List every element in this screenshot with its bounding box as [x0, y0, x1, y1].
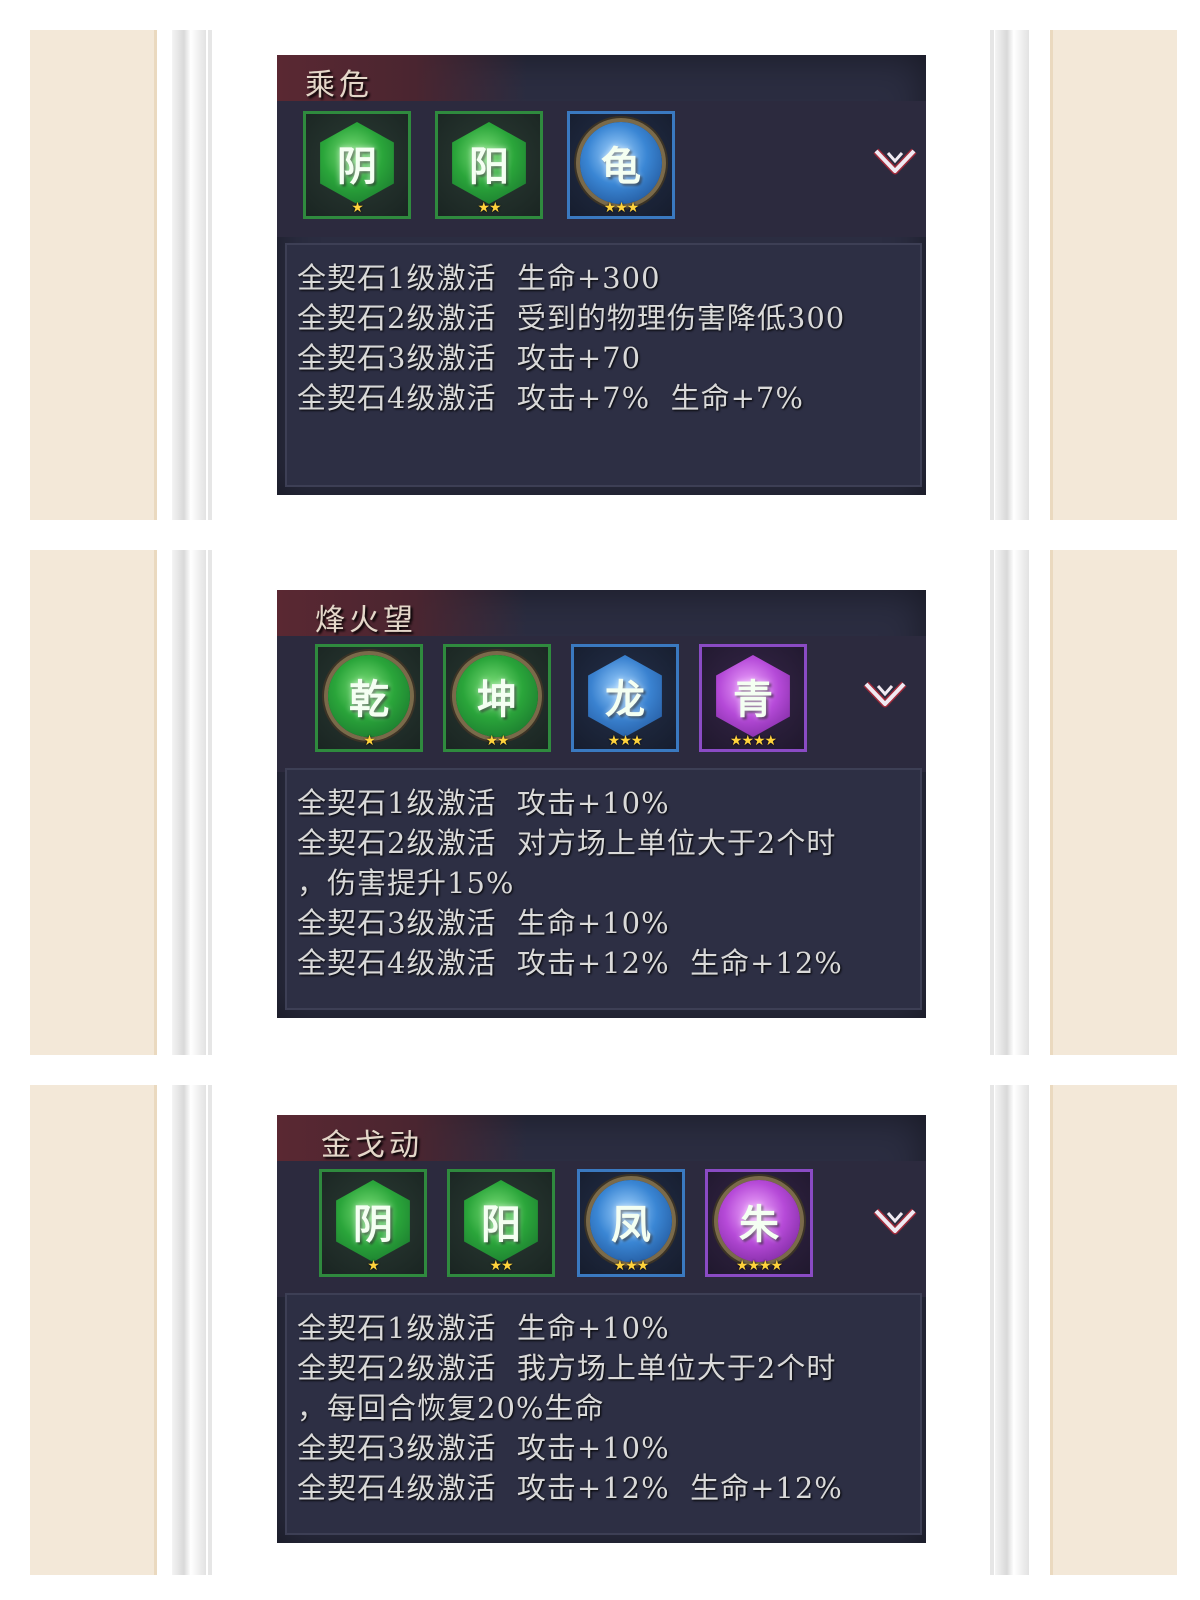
star-rating: ★★★ — [607, 733, 644, 749]
stone-icons-row: 乾 ★ 坤 ★★ 龙 ★★★ 青 ★★★★ — [277, 636, 926, 772]
effects-box: 全契石1级激活 生命+10% 全契石2级激活 我方场上单位大于2个时 ，每回合恢… — [285, 1293, 922, 1535]
contract-stone-slot[interactable]: 阴 ★ — [319, 1169, 427, 1277]
contract-stone-icon: 阴 — [336, 1180, 410, 1262]
contract-stone-icon: 阴 — [320, 122, 394, 204]
star-rating: ★★★★ — [729, 733, 777, 749]
scroll-strip-right — [995, 30, 1029, 520]
star-rating: ★★★ — [603, 200, 640, 216]
divider-left — [208, 1085, 212, 1575]
effect-line: 全契石1级激活 生命+10% — [297, 1311, 670, 1345]
expand-chevron-icon[interactable] — [872, 1201, 918, 1241]
divider-right — [990, 550, 994, 1055]
effect-line: 全契石2级激活 我方场上单位大于2个时 — [297, 1351, 837, 1385]
effect-line: 全契石2级激活 对方场上单位大于2个时 — [297, 826, 837, 860]
contract-stone-slot[interactable]: 龙 ★★★ — [571, 644, 679, 752]
cream-margin-left — [30, 30, 157, 520]
cream-margin-left — [30, 1085, 157, 1575]
set-panel: 乘危 阴 ★ 阳 ★★ 龟 ★★★ 全契石1级激活 生命+300 全契石2级激活… — [277, 55, 926, 495]
star-rating: ★★ — [485, 733, 509, 749]
effects-box: 全契石1级激活 攻击+10% 全契石2级激活 对方场上单位大于2个时 ，伤害提升… — [285, 768, 922, 1010]
contract-stone-icon: 青 — [716, 655, 790, 737]
contract-stone-icon: 乾 — [328, 655, 410, 737]
effect-line: 全契石3级激活 攻击+70 — [297, 341, 642, 375]
contract-stone-slot[interactable]: 朱 ★★★★ — [705, 1169, 813, 1277]
star-rating: ★★ — [477, 200, 501, 216]
expand-chevron-icon[interactable] — [862, 674, 908, 714]
contract-stone-icon: 龙 — [588, 655, 662, 737]
star-rating: ★★ — [489, 1258, 513, 1274]
set-title: 烽火望 — [315, 603, 417, 638]
contract-stone-icon: 龟 — [580, 122, 662, 204]
scroll-strip-left — [172, 30, 206, 520]
effect-line: 全契石1级激活 攻击+10% — [297, 786, 670, 820]
star-rating: ★ — [363, 733, 376, 749]
effect-line: 全契石4级激活 攻击+12% 生命+12% — [297, 1471, 843, 1505]
effect-line: ，伤害提升15% — [297, 866, 515, 900]
divider-right — [990, 30, 994, 520]
contract-stone-icon: 阳 — [464, 1180, 538, 1262]
divider-left — [208, 30, 212, 520]
set-title: 金戈动 — [321, 1128, 423, 1163]
star-rating: ★★★ — [613, 1258, 650, 1274]
stone-icons-row: 阴 ★ 阳 ★★ 龟 ★★★ — [277, 101, 926, 237]
effect-line: ，每回合恢复20%生命 — [297, 1391, 605, 1425]
cream-margin-right — [1050, 550, 1177, 1055]
set-panel: 金戈动 阴 ★ 阳 ★★ 凤 ★★★ 朱 ★★★★ 全契石1级激活 生命+10%… — [277, 1115, 926, 1543]
contract-stone-icon: 凤 — [590, 1180, 672, 1262]
contract-stone-slot[interactable]: 阴 ★ — [303, 111, 411, 219]
contract-stone-icon: 朱 — [718, 1180, 800, 1262]
divider-left — [208, 550, 212, 1055]
star-rating: ★ — [367, 1258, 380, 1274]
contract-stone-icon: 阳 — [452, 122, 526, 204]
cream-margin-right — [1050, 1085, 1177, 1575]
contract-stone-slot[interactable]: 坤 ★★ — [443, 644, 551, 752]
effect-line: 全契石4级激活 攻击+12% 生命+12% — [297, 946, 843, 980]
stone-icons-row: 阴 ★ 阳 ★★ 凤 ★★★ 朱 ★★★★ — [277, 1161, 926, 1297]
effect-line: 全契石2级激活 受到的物理伤害降低300 — [297, 301, 846, 335]
effect-line: 全契石3级激活 生命+10% — [297, 906, 670, 940]
contract-stone-icon: 坤 — [456, 655, 538, 737]
set-title: 乘危 — [305, 68, 373, 103]
contract-stone-slot[interactable]: 凤 ★★★ — [577, 1169, 685, 1277]
star-rating: ★ — [351, 200, 364, 216]
cream-margin-left — [30, 550, 157, 1055]
divider-right — [990, 1085, 994, 1575]
contract-stone-slot[interactable]: 青 ★★★★ — [699, 644, 807, 752]
scroll-strip-right — [995, 1085, 1029, 1575]
scroll-strip-right — [995, 550, 1029, 1055]
effect-line: 全契石1级激活 生命+300 — [297, 261, 661, 295]
effect-line: 全契石3级激活 攻击+10% — [297, 1431, 670, 1465]
scroll-strip-left — [172, 1085, 206, 1575]
expand-chevron-icon[interactable] — [872, 141, 918, 181]
effect-line: 全契石4级激活 攻击+7% 生命+7% — [297, 381, 804, 415]
contract-stone-slot[interactable]: 阳 ★★ — [447, 1169, 555, 1277]
scroll-strip-left — [172, 550, 206, 1055]
contract-stone-slot[interactable]: 阳 ★★ — [435, 111, 543, 219]
cream-margin-right — [1050, 30, 1177, 520]
contract-stone-slot[interactable]: 乾 ★ — [315, 644, 423, 752]
star-rating: ★★★★ — [735, 1258, 783, 1274]
set-panel: 烽火望 乾 ★ 坤 ★★ 龙 ★★★ 青 ★★★★ 全契石1级激活 攻击+10%… — [277, 590, 926, 1018]
effects-box: 全契石1级激活 生命+300 全契石2级激活 受到的物理伤害降低300 全契石3… — [285, 243, 922, 487]
contract-stone-slot[interactable]: 龟 ★★★ — [567, 111, 675, 219]
